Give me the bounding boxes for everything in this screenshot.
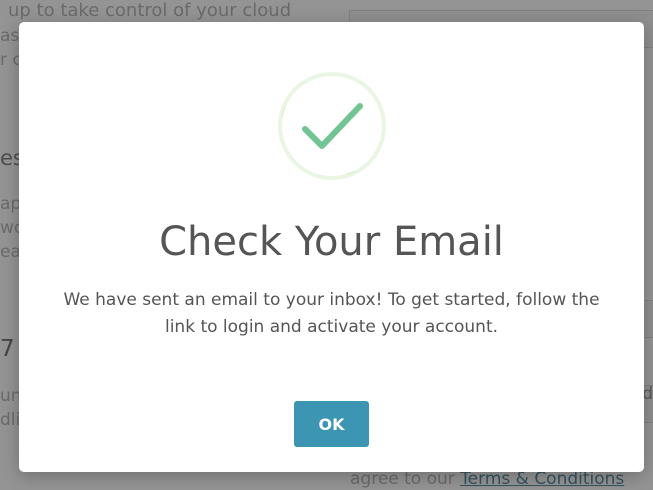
dialog-message: We have sent an email to your inbox! To … — [63, 290, 600, 337]
success-checkmark-icon — [278, 72, 386, 180]
check-email-dialog: Check Your Email We have sent an email t… — [19, 22, 644, 472]
ok-button[interactable]: OK — [294, 401, 369, 447]
dialog-title: Check Your Email — [159, 219, 504, 265]
